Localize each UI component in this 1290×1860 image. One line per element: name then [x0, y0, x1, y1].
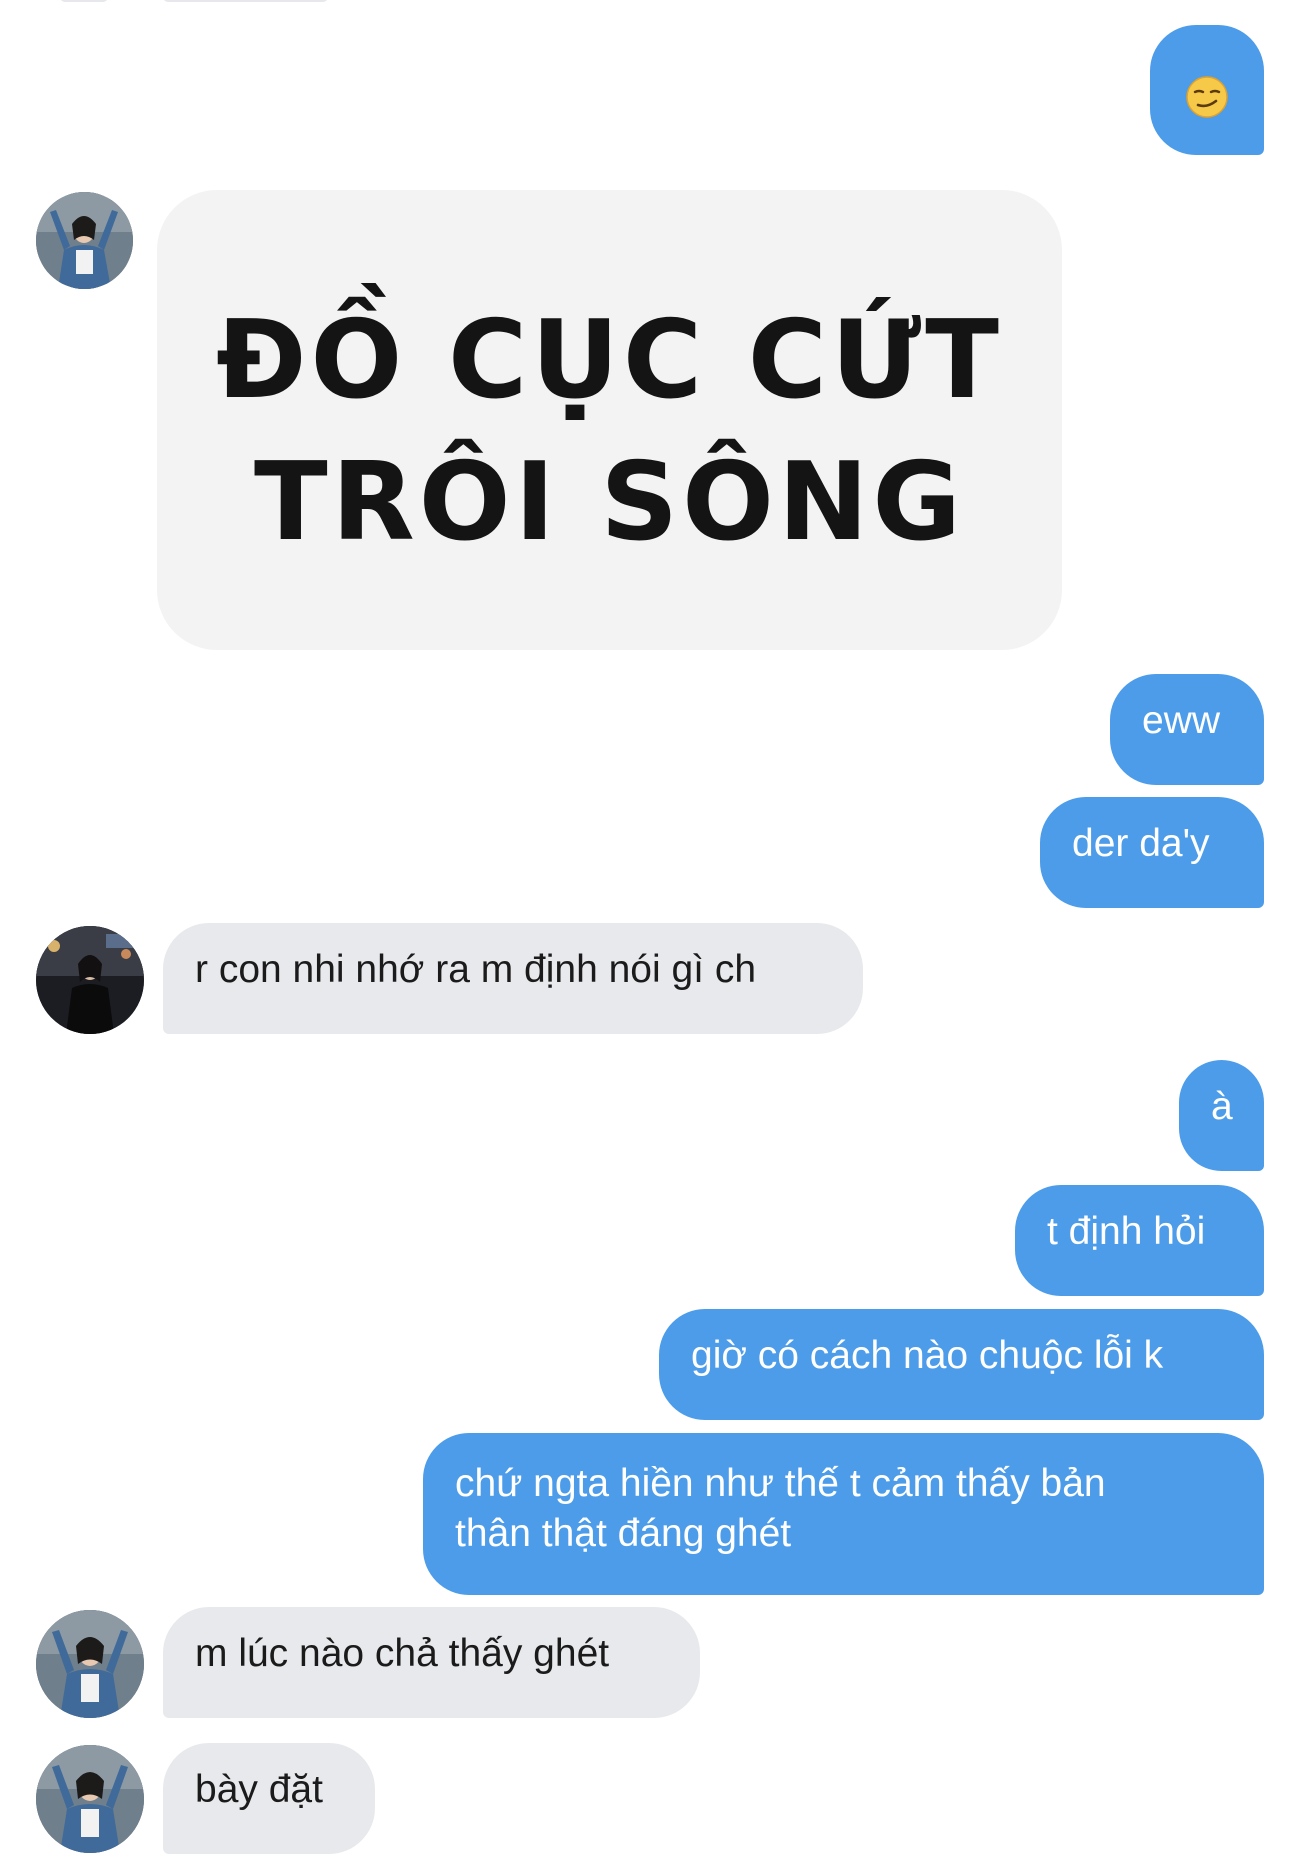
- outgoing-message-bubble[interactable]: giờ có cách nào chuộc lỗi k: [659, 1309, 1264, 1420]
- outgoing-message-bubble[interactable]: à: [1179, 1060, 1264, 1171]
- incoming-message-bubble[interactable]: m lúc nào chả thấy ghét: [163, 1607, 700, 1718]
- outgoing-message-bubble[interactable]: der da'y: [1040, 797, 1264, 908]
- sticker-text-line-1: ĐỒ CỤC CỨT: [216, 298, 1003, 423]
- incoming-message-bubble[interactable]: bày đặt: [163, 1743, 375, 1854]
- sticker-text-line-2: TRÔI SÔNG: [253, 440, 966, 565]
- smirking-face-emoji: [1186, 76, 1228, 118]
- contact-avatar[interactable]: [36, 192, 133, 289]
- contact-avatar[interactable]: [36, 1745, 144, 1853]
- outgoing-message-bubble[interactable]: chứ ngta hiền như thế t cảm thấy bản thâ…: [423, 1433, 1264, 1595]
- avatar-photo-icon: [36, 192, 133, 289]
- incoming-message-bubble[interactable]: r con nhi nhớ ra m định nói gì ch: [163, 923, 863, 1034]
- outgoing-emoji-bubble[interactable]: [1150, 25, 1264, 155]
- outgoing-message-bubble[interactable]: t định hỏi: [1015, 1185, 1264, 1296]
- avatar-photo-icon: [36, 1745, 144, 1853]
- outgoing-message-bubble[interactable]: eww: [1110, 674, 1264, 785]
- chat-thread: ĐỒ CỤC CỨT TRÔI SÔNG eww der da'y r con …: [0, 0, 1290, 1860]
- avatar-photo-icon: [36, 926, 144, 1034]
- sticker-message[interactable]: ĐỒ CỤC CỨT TRÔI SÔNG: [157, 190, 1062, 650]
- previous-message-fragment: [163, 0, 328, 2]
- contact-avatar[interactable]: [36, 1610, 144, 1718]
- avatar-photo-icon: [36, 1610, 144, 1718]
- previous-message-fragment: [60, 0, 108, 2]
- contact-avatar[interactable]: [36, 926, 144, 1034]
